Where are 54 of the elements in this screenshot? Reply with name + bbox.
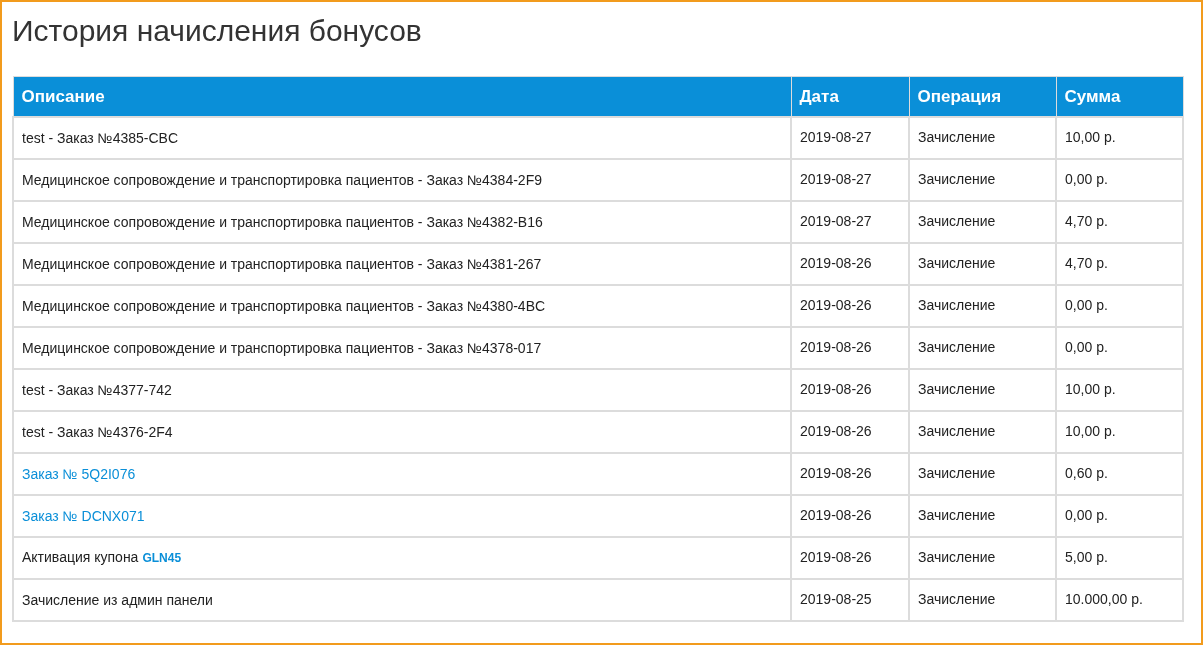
amount-cell: 10,00 р. (1056, 116, 1183, 159)
date-cell: 2019-08-27 (791, 116, 909, 159)
coupon-link[interactable]: GLN45 (142, 548, 182, 567)
amount-header: Сумма (1056, 76, 1183, 117)
description-text: Медицинское сопровождение и транспортировка пациентов - Заказ №4381-267 (22, 255, 542, 272)
date-cell: 2019-08-26 (791, 284, 909, 327)
operation-cell: Зачисление (909, 116, 1056, 159)
date-cell: 2019-08-26 (791, 452, 909, 495)
operation-cell: Зачисление (909, 536, 1056, 579)
date-header: Дата (791, 76, 909, 117)
operation-cell: Зачисление (909, 578, 1056, 621)
amount-cell: 0,00 р. (1056, 326, 1183, 369)
amount-cell: 0,00 р. (1056, 494, 1183, 537)
operation-cell: Зачисление (909, 200, 1056, 243)
amount-cell: 4,70 р. (1056, 242, 1183, 285)
operation-cell: Зачисление (909, 368, 1056, 411)
description-text: test - Заказ №4376-2F4 (22, 423, 173, 440)
amount-cell: 0,60 р. (1056, 452, 1183, 495)
operation-cell: Зачисление (909, 410, 1056, 453)
description-text: Медицинское сопровождение и транспортировка пациентов - Заказ №4380-4BC (22, 297, 546, 314)
date-cell: 2019-08-26 (791, 536, 909, 579)
date-cell: 2019-08-27 (791, 158, 909, 201)
operation-cell: Зачисление (909, 494, 1056, 537)
amount-cell: 10,00 р. (1056, 368, 1183, 411)
operation-cell: Зачисление (909, 242, 1056, 285)
amount-cell: 10,00 р. (1056, 410, 1183, 453)
date-cell: 2019-08-26 (791, 410, 909, 453)
description-text: Медицинское сопровождение и транспортировка пациентов - Заказ №4382-B16 (22, 213, 543, 230)
page-title: История начисления бонусов (12, 13, 423, 49)
amount-cell: 0,00 р. (1056, 158, 1183, 201)
operation-cell: Зачисление (909, 326, 1056, 369)
date-cell: 2019-08-27 (791, 200, 909, 243)
order-link[interactable]: Заказ № 5Q2I076 (22, 465, 136, 482)
description-text: test - Заказ №4377-742 (22, 381, 172, 398)
date-cell: 2019-08-25 (791, 578, 909, 621)
date-cell: 2019-08-26 (791, 242, 909, 285)
operation-cell: Зачисление (909, 452, 1056, 495)
description-text: Медицинское сопровождение и транспортировка пациентов - Заказ №4384-2F9 (22, 171, 542, 188)
description-text: Активация купона (22, 548, 139, 567)
operation-cell: Зачисление (909, 158, 1056, 201)
amount-cell: 0,00 р. (1056, 284, 1183, 327)
description-text: Зачисление из админ панели (22, 591, 213, 608)
amount-cell: 4,70 р. (1056, 200, 1183, 243)
date-cell: 2019-08-26 (791, 494, 909, 537)
date-cell: 2019-08-26 (791, 326, 909, 369)
amount-cell: 5,00 р. (1056, 536, 1183, 579)
amount-cell: 10.000,00 р. (1056, 578, 1183, 621)
operation-cell: Зачисление (909, 284, 1056, 327)
description-text: Медицинское сопровождение и транспортировка пациентов - Заказ №4378-017 (22, 339, 542, 356)
operation-header: Операция (909, 76, 1056, 117)
date-cell: 2019-08-26 (791, 368, 909, 411)
description-text: test - Заказ №4385-CBC (22, 129, 178, 146)
description-header: Описание (13, 76, 791, 117)
order-link[interactable]: Заказ № DCNX071 (22, 507, 145, 524)
